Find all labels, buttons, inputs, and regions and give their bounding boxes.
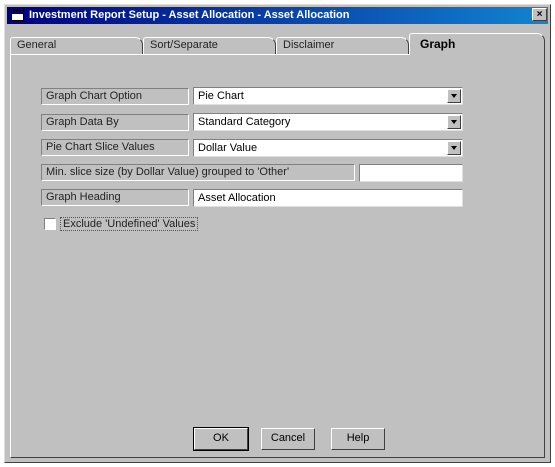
graph-data-by-value: Standard Category [198,116,291,128]
window-icon [11,10,24,21]
tab-strip: General Sort/Separate Disclaimer Graph [10,33,545,55]
graph-tab-panel: Graph Chart Option Pie Chart Graph Data … [10,54,545,458]
chevron-down-icon[interactable] [447,89,461,103]
tab-graph[interactable]: Graph [409,33,545,55]
cancel-button[interactable]: Cancel [261,428,315,450]
tab-disclaimer[interactable]: Disclaimer [276,37,409,54]
graph-heading-input[interactable]: Asset Allocation [193,189,463,207]
min-slice-size-label: Min. slice size (by Dollar Value) groupe… [41,164,355,181]
graph-chart-option-select[interactable]: Pie Chart [193,87,463,105]
graph-chart-option-label: Graph Chart Option [41,88,189,105]
tab-general[interactable]: General [10,37,143,54]
ok-button[interactable]: OK [193,427,249,451]
title-bar[interactable]: Investment Report Setup - Asset Allocati… [7,7,548,24]
help-button[interactable]: Help [331,428,385,450]
pie-slice-values-label: Pie Chart Slice Values [41,139,189,156]
graph-heading-label: Graph Heading [41,189,189,206]
exclude-undefined-checkbox[interactable] [44,218,56,230]
graph-data-by-select[interactable]: Standard Category [193,113,463,131]
dialog-window: Investment Report Setup - Asset Allocati… [4,4,551,463]
graph-chart-option-value: Pie Chart [198,90,244,102]
min-slice-size-input[interactable] [359,164,463,182]
tab-sort-separate[interactable]: Sort/Separate [143,37,276,54]
pie-slice-values-select[interactable]: Dollar Value [193,139,463,157]
exclude-undefined-label[interactable]: Exclude 'Undefined' Values [60,217,199,231]
graph-data-by-label: Graph Data By [41,114,189,131]
chevron-down-icon[interactable] [447,141,461,155]
pie-slice-values-value: Dollar Value [198,142,258,154]
close-button[interactable]: × [532,8,547,21]
chevron-down-icon[interactable] [447,115,461,129]
window-title: Investment Report Setup - Asset Allocati… [29,9,350,21]
